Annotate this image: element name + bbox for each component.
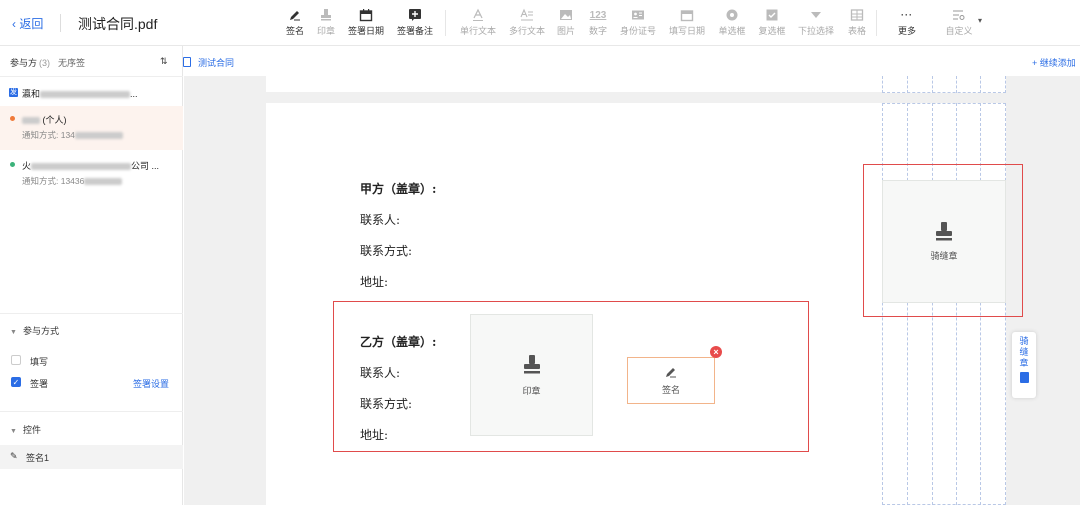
seam-seal-tab-icon: [1019, 372, 1029, 383]
party-a-contact-person: 联系人:: [360, 213, 401, 227]
divider: [0, 76, 183, 77]
document-link[interactable]: 测试合同: [183, 56, 246, 69]
party-b-contact-method: 联系方式:: [360, 397, 413, 411]
custom-icon: [935, 6, 983, 24]
divider: [445, 10, 446, 36]
calendar-icon: [663, 6, 711, 24]
pen-icon: [666, 368, 676, 378]
caret-down-icon: ▼: [10, 329, 17, 336]
party-a-address: 地址:: [360, 275, 389, 289]
previous-page: [266, 76, 882, 92]
no-order-toggle[interactable]: 无序签: [58, 58, 85, 68]
tool-more[interactable]: ··· 更多: [883, 6, 931, 37]
party-item-3[interactable]: 火公司 ... 通知方式: 13436: [0, 152, 183, 196]
tool-fill-date[interactable]: 填写日期: [663, 6, 711, 37]
more-icon: ···: [901, 10, 913, 20]
seam-divider: [956, 76, 957, 93]
seam-strip-top: [882, 76, 1006, 93]
fill-label: 填写: [30, 357, 49, 367]
redacted-text: [40, 91, 131, 99]
divider: [876, 10, 877, 36]
document-title: 测试合同.pdf: [78, 16, 158, 32]
tool-id-number[interactable]: 身份证号: [614, 6, 662, 37]
tool-custom[interactable]: 自定义: [935, 6, 983, 37]
sidebar: 参与方 (3) 无序签 ⇅ 发 瀛和... (个人) 通知方式: 134 火公司 .…: [0, 46, 183, 505]
initiator-badge: 发: [9, 88, 18, 97]
seam-divider: [980, 76, 981, 93]
tool-sign-note[interactable]: 签署备注: [391, 6, 439, 37]
participation-section-header[interactable]: ▼ 参与方式: [10, 324, 59, 337]
participants-header: 参与方 (3) 无序签: [10, 58, 86, 68]
seam-divider: [907, 76, 908, 93]
back-button[interactable]: ‹ 返回: [12, 15, 43, 32]
party-item-1[interactable]: 发 瀛和...: [0, 80, 183, 104]
sign-checkbox[interactable]: ✓: [11, 377, 21, 387]
sign-settings-link[interactable]: 签署设置: [133, 377, 169, 390]
pen-icon: ✎: [10, 451, 18, 461]
tool-table[interactable]: 表格: [833, 6, 881, 37]
party-a-contact-method: 联系方式:: [360, 244, 413, 258]
party-contact: 通知方式: 13436: [22, 175, 123, 187]
divider: [0, 411, 183, 412]
note-plus-icon: [391, 6, 439, 24]
redacted-text: [84, 178, 123, 186]
file-icon: [183, 57, 191, 67]
party-contact: 通知方式: 134: [22, 129, 123, 141]
seam-seal-tab[interactable]: 骑缝章: [1012, 332, 1036, 398]
top-toolbar: ‹ 返回 测试合同.pdf 签名 印章 签署日期 签署备注 单行文本 多行文本 …: [0, 0, 1080, 46]
divider: [0, 313, 183, 314]
text-icon: [454, 6, 502, 24]
seal-field[interactable]: 印章: [470, 314, 593, 436]
stamp-icon: [523, 354, 540, 373]
sort-icon[interactable]: ⇅: [160, 56, 168, 67]
party-b-heading: 乙方（盖章）:: [360, 335, 437, 349]
remove-field-icon[interactable]: ×: [710, 346, 722, 358]
sign-label: 签署: [30, 379, 49, 389]
id-card-icon: [614, 6, 662, 24]
party-name: 瀛和...: [22, 89, 138, 99]
document-canvas: 甲方（盖章）: 联系人: 联系方式: 地址: 乙方（盖章）: 联系人: 联系方式…: [184, 76, 1080, 505]
status-dot: [10, 116, 15, 121]
checkbox-icon: [748, 6, 796, 24]
signature-field[interactable]: 签名: [627, 357, 715, 404]
fill-checkbox[interactable]: [11, 355, 21, 365]
calendar-icon: [342, 6, 390, 24]
controls-section-header[interactable]: ▼ 控件: [10, 423, 41, 436]
party-name: (个人): [22, 113, 67, 126]
chevron-down-icon[interactable]: ▾: [978, 16, 982, 25]
redacted-text: [31, 163, 132, 171]
party-item-2[interactable]: (个人) 通知方式: 134: [0, 106, 183, 150]
tool-single-line-text[interactable]: 单行文本: [454, 6, 502, 37]
redacted-text: [22, 117, 40, 125]
continue-add-button[interactable]: + 继续添加: [1032, 56, 1076, 69]
status-dot: [10, 162, 15, 167]
party-name: 火公司 ...: [22, 161, 160, 171]
divider: [60, 14, 61, 32]
tool-checkbox[interactable]: 复选框: [748, 6, 796, 37]
control-item-signature[interactable]: ✎ 签名1: [0, 445, 183, 469]
party-b-address: 地址:: [360, 428, 389, 442]
stamp-icon: [936, 222, 952, 241]
redacted-text: [74, 132, 123, 140]
table-icon: [833, 6, 881, 24]
party-a-heading: 甲方（盖章）:: [360, 182, 437, 196]
tool-sign-date[interactable]: 签署日期: [342, 6, 390, 37]
seam-seal-field[interactable]: 骑缝章: [882, 180, 1006, 303]
seam-divider: [932, 76, 933, 93]
party-b-contact-person: 联系人:: [360, 366, 401, 380]
caret-down-icon: ▼: [10, 428, 17, 435]
